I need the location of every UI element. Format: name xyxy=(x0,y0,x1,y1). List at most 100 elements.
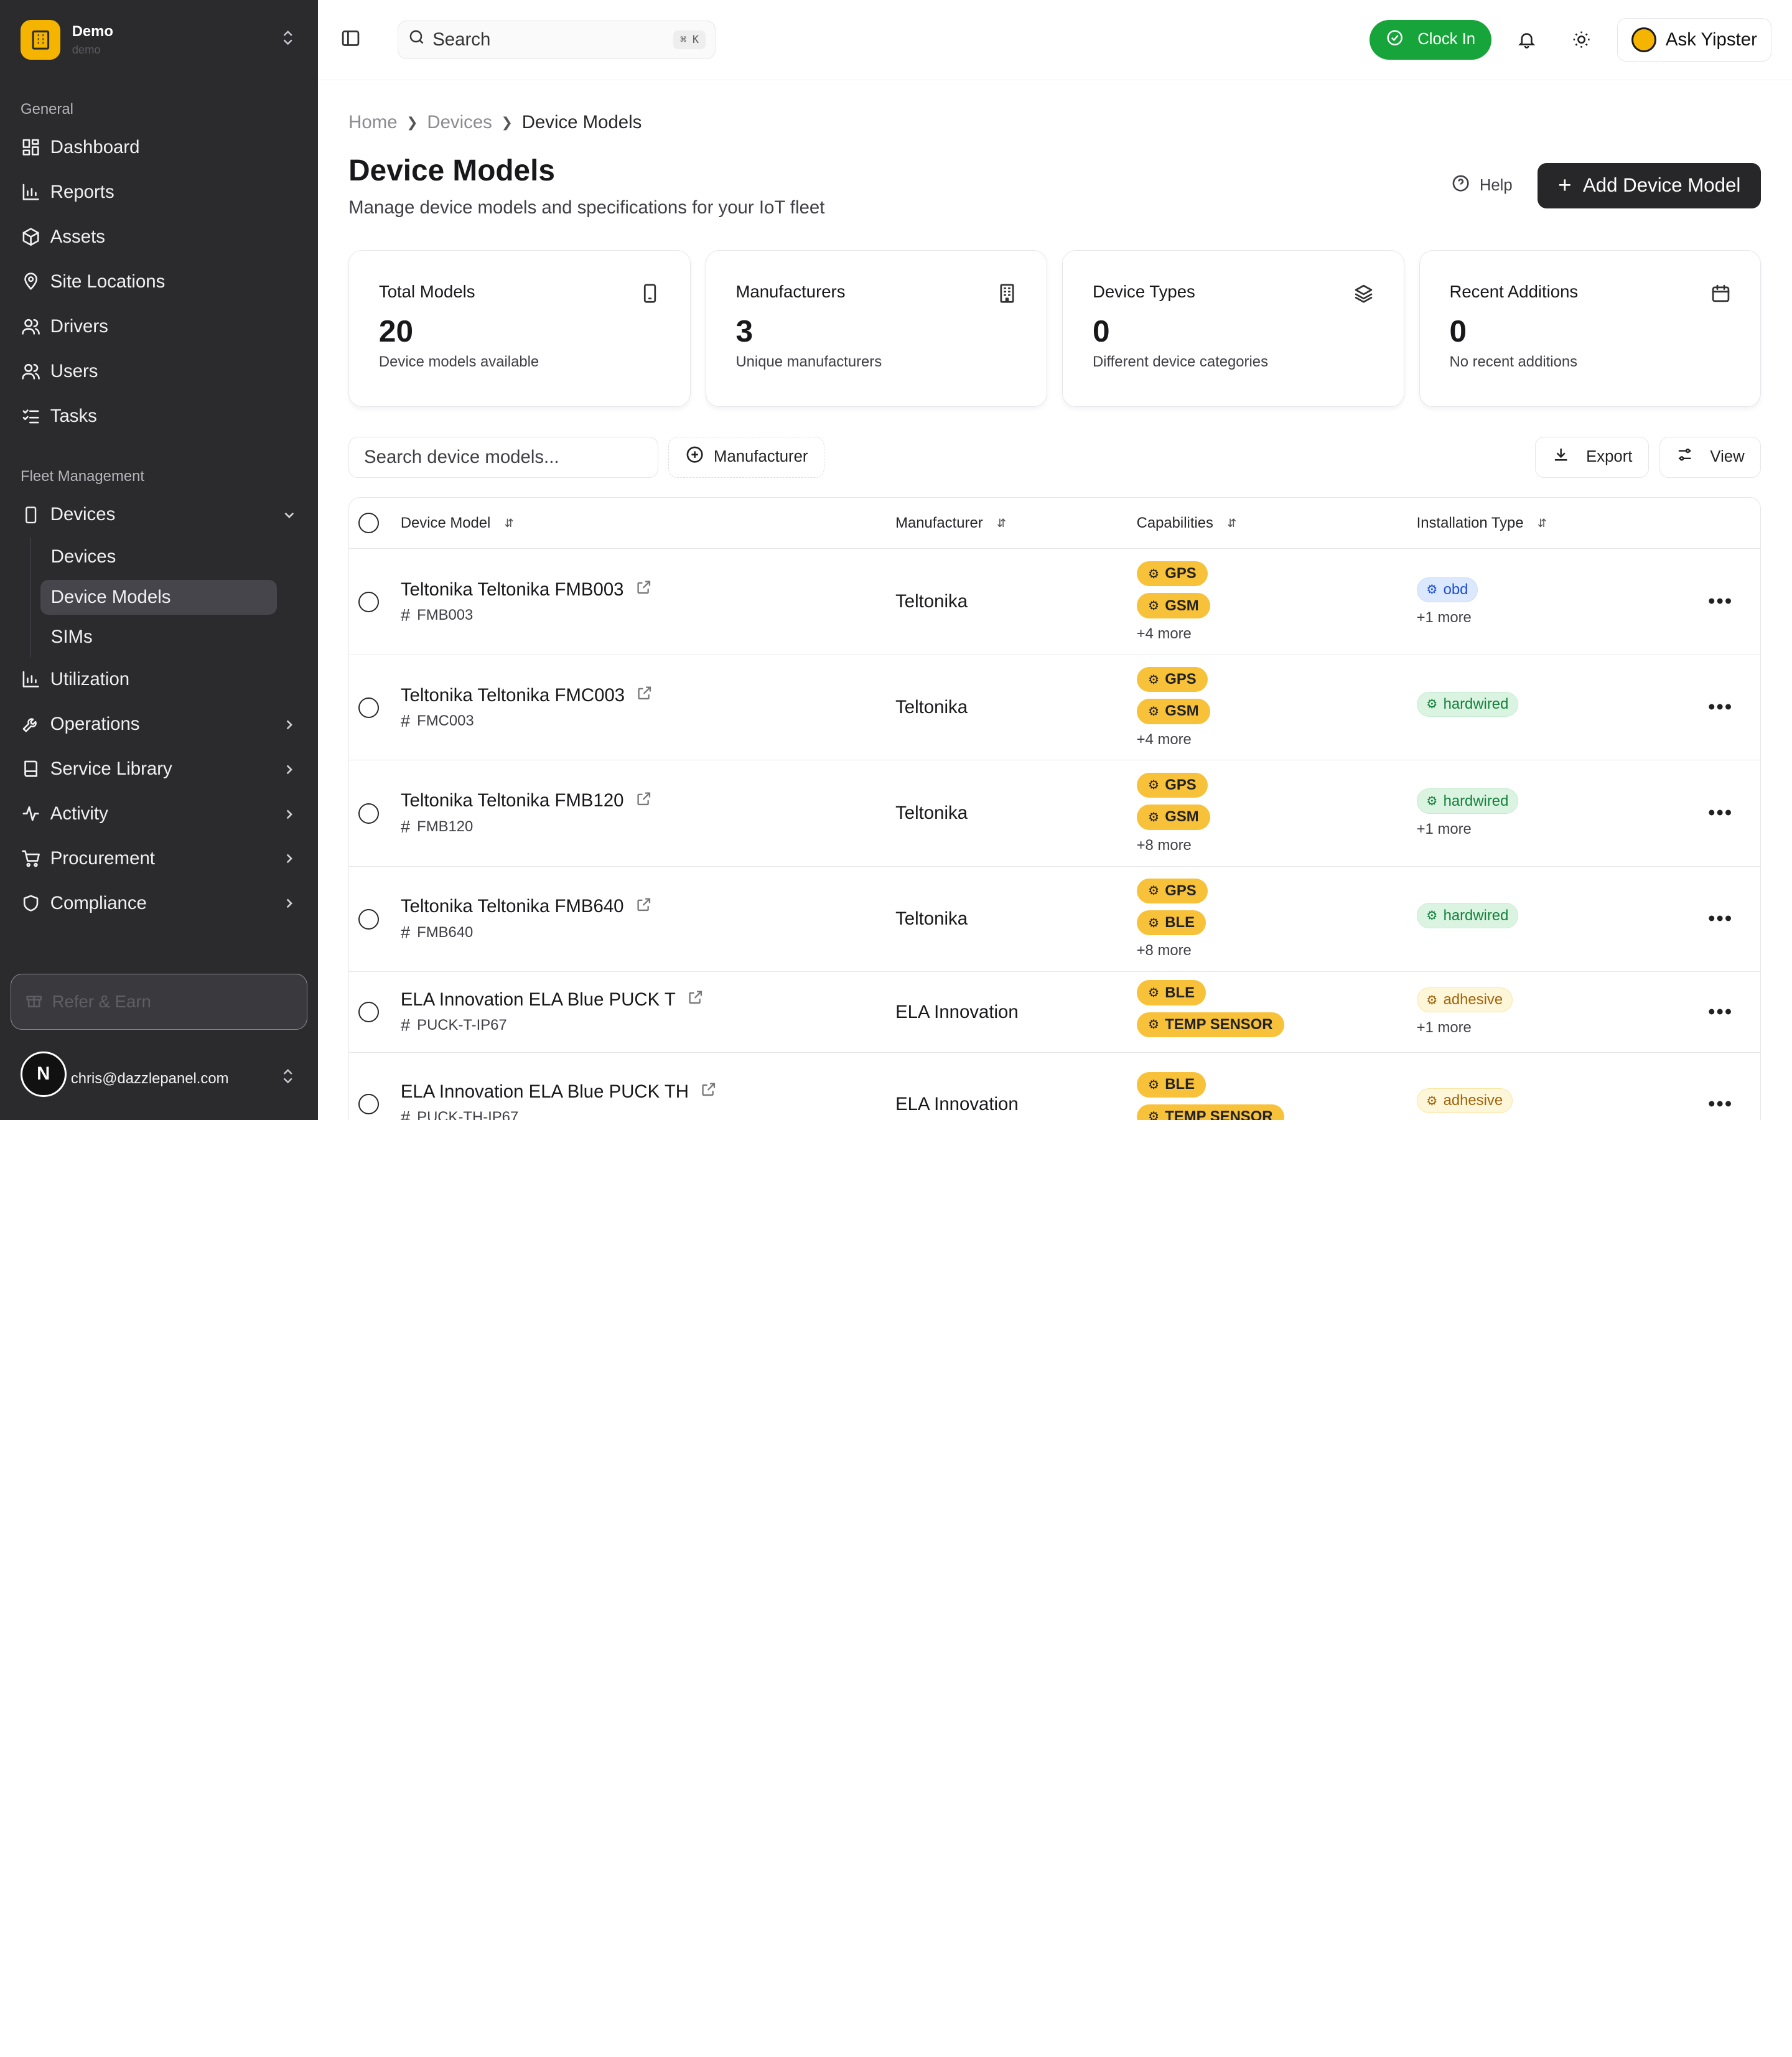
more-actions-icon[interactable]: ••• xyxy=(1708,590,1733,613)
search-shortcut: ⌘ K xyxy=(673,30,706,49)
capabilities-cell: ⚙ BLE ⚙ TEMP SENSOR xyxy=(1136,1072,1284,1120)
cog-icon: ⚙ xyxy=(1426,909,1438,923)
hash-icon: # xyxy=(400,816,411,836)
cpu-icon: ⚙ xyxy=(1147,916,1160,930)
capabilities-more[interactable]: +4 more xyxy=(1137,625,1192,643)
column-header-manufacturer[interactable]: Manufacturer xyxy=(895,515,983,532)
view-options-button[interactable]: View xyxy=(1659,436,1762,478)
device-model-code: PUCK-TH-IP67 xyxy=(417,1109,519,1120)
sidebar-item-operations[interactable]: Operations xyxy=(0,702,318,747)
global-search[interactable]: Search ⌘ K xyxy=(398,20,716,59)
sidebar-item-tasks[interactable]: Tasks xyxy=(0,394,318,439)
column-header-device-model[interactable]: Device Model xyxy=(401,515,491,532)
sidebar-subitem-sims[interactable]: SIMs xyxy=(40,617,317,657)
sort-icon[interactable]: ⇵ xyxy=(504,516,513,530)
select-all-radio[interactable] xyxy=(358,513,379,534)
section-general-label: General xyxy=(21,100,73,118)
table-row[interactable]: ELA Innovation ELA Blue PUCK TH # PUCK-TH-… xyxy=(349,1053,1760,1120)
sidebar-item-devices[interactable]: Devices xyxy=(0,492,318,537)
external-link-icon[interactable] xyxy=(636,684,653,707)
more-actions-icon[interactable]: ••• xyxy=(1708,801,1733,825)
manufacturer-value: ELA Innovation xyxy=(895,1001,1019,1022)
sidebar-item-dashboard[interactable]: Dashboard xyxy=(0,125,318,170)
more-actions-icon[interactable]: ••• xyxy=(1708,1093,1733,1116)
column-header-installation-type[interactable]: Installation Type xyxy=(1417,515,1524,532)
sidebar-item-label: Tasks xyxy=(50,405,97,426)
external-link-icon[interactable] xyxy=(635,579,653,601)
add-device-model-button[interactable]: + Add Device Model xyxy=(1538,162,1762,209)
sidebar-item-label: Devices xyxy=(50,504,116,525)
more-actions-icon[interactable]: ••• xyxy=(1708,907,1733,931)
installation-more[interactable]: +1 more xyxy=(1417,821,1472,838)
user-menu[interactable]: N chris@dazzlepanel.com xyxy=(21,1051,297,1104)
refer-earn-button[interactable]: Refer & Earn xyxy=(10,973,308,1030)
device-model-name[interactable]: Teltonika Teltonika FMB640 xyxy=(401,896,624,917)
help-button[interactable]: Help xyxy=(1451,174,1513,197)
external-link-icon[interactable] xyxy=(700,1081,717,1103)
table-row[interactable]: Teltonika Teltonika FMC003 # FMC003 Teltoni… xyxy=(349,655,1761,761)
chevron-right-icon xyxy=(281,716,297,732)
row-select-radio[interactable] xyxy=(358,803,379,824)
row-select-radio[interactable] xyxy=(358,1002,379,1023)
book-icon xyxy=(21,759,41,780)
sidebar-item-users[interactable]: Users xyxy=(0,349,318,394)
refer-earn-label: Refer & Earn xyxy=(52,991,151,1011)
stat-card: Manufacturers 3 Unique manufacturers xyxy=(705,250,1048,407)
clock-in-button[interactable]: Clock In xyxy=(1370,19,1491,60)
sort-icon[interactable]: ⇵ xyxy=(1227,516,1236,530)
sliders-icon xyxy=(1676,445,1694,468)
device-model-name[interactable]: Teltonika Teltonika FMC003 xyxy=(401,685,625,706)
sidebar-item-site-locations[interactable]: Site Locations xyxy=(0,259,318,304)
sort-icon[interactable]: ⇵ xyxy=(997,516,1006,530)
export-button[interactable]: Export xyxy=(1535,436,1650,478)
manufacturer-value: Teltonika xyxy=(895,591,968,612)
sidebar-subitem-device-models[interactable]: Device Models xyxy=(40,577,317,617)
capabilities-more[interactable]: +8 more xyxy=(1137,942,1192,959)
sort-icon[interactable]: ⇵ xyxy=(1538,516,1547,530)
row-select-radio[interactable] xyxy=(358,591,379,612)
sun-icon[interactable] xyxy=(1562,21,1601,59)
hash-icon: # xyxy=(400,922,411,942)
more-actions-icon[interactable]: ••• xyxy=(1708,1001,1733,1024)
org-switcher[interactable]: Demo demo xyxy=(0,0,318,80)
sidebar-item-utilization[interactable]: Utilization xyxy=(0,657,318,702)
capabilities-more[interactable]: +4 more xyxy=(1137,731,1192,749)
row-select-radio[interactable] xyxy=(358,908,379,930)
sidebar-item-assets[interactable]: Assets xyxy=(0,215,318,259)
installation-more[interactable]: +1 more xyxy=(1417,609,1472,627)
device-model-name[interactable]: Teltonika Teltonika FMB120 xyxy=(401,790,624,811)
manufacturer-filter-button[interactable]: Manufacturer xyxy=(668,436,825,478)
installation-cell: ⚙ hardwired xyxy=(1416,691,1519,724)
external-link-icon[interactable] xyxy=(687,989,704,1011)
table-row[interactable]: Teltonika Teltonika FMB120 # FMB120 Teltoni… xyxy=(349,760,1761,867)
external-link-icon[interactable] xyxy=(635,790,653,813)
sidebar-item-reports[interactable]: Reports xyxy=(0,170,318,215)
more-actions-icon[interactable]: ••• xyxy=(1708,696,1733,719)
stat-value: 0 xyxy=(1092,314,1110,349)
row-select-radio[interactable] xyxy=(358,1094,379,1115)
bell-icon[interactable] xyxy=(1508,21,1546,59)
sidebar-item-procurement[interactable]: Procurement xyxy=(0,836,318,881)
sidebar-item-activity[interactable]: Activity xyxy=(0,791,318,836)
device-model-name[interactable]: ELA Innovation ELA Blue PUCK T xyxy=(401,989,676,1010)
sidebar-item-compliance[interactable]: Compliance xyxy=(0,881,318,926)
sidebar-toggle-icon[interactable] xyxy=(340,28,363,51)
breadcrumb-home[interactable]: Home xyxy=(348,112,397,133)
device-model-name[interactable]: ELA Innovation ELA Blue PUCK TH xyxy=(401,1081,689,1103)
column-header-capabilities[interactable]: Capabilities xyxy=(1137,515,1213,532)
sidebar-item-drivers[interactable]: Drivers xyxy=(0,304,318,349)
table-row[interactable]: ELA Innovation ELA Blue PUCK T # PUCK-T-IP… xyxy=(349,972,1761,1053)
row-select-radio[interactable] xyxy=(358,697,379,718)
device-model-search-input[interactable]: Search device models... xyxy=(348,436,658,478)
sidebar-subitem-devices[interactable]: Devices xyxy=(40,537,317,577)
table-row[interactable]: Teltonika Teltonika FMB003 # FMB003 Teltoni… xyxy=(349,549,1761,656)
external-link-icon[interactable] xyxy=(635,896,653,918)
table-row[interactable]: Teltonika Teltonika FMB640 # FMB640 Teltoni… xyxy=(349,867,1761,973)
capabilities-more[interactable]: +8 more xyxy=(1137,837,1192,854)
ask-yipster-button[interactable]: Ask Yipster xyxy=(1617,17,1771,62)
breadcrumb-devices[interactable]: Devices xyxy=(427,112,492,133)
sidebar-item-service-library[interactable]: Service Library xyxy=(0,747,318,791)
installation-more[interactable]: +1 more xyxy=(1417,1019,1472,1037)
device-model-name[interactable]: Teltonika Teltonika FMB003 xyxy=(401,579,624,600)
stat-description: Unique manufacturers xyxy=(735,353,882,371)
